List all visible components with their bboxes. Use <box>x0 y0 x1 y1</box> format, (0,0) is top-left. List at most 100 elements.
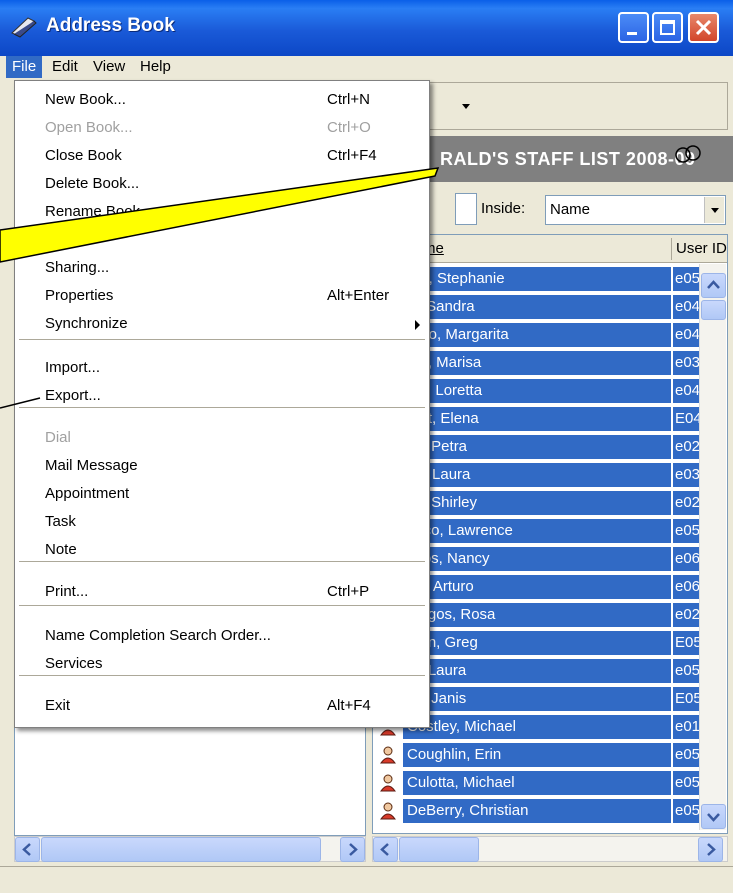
menu-item-label: Appointment <box>45 485 130 502</box>
menu-item-shortcut: Ctrl+F4 <box>327 147 377 164</box>
contact-row[interactable]: DeBerry, Christiane058 <box>373 797 699 825</box>
scroll-thumb[interactable] <box>41 837 321 862</box>
file-menu-item[interactable]: Rename Book... <box>15 198 429 226</box>
scroll-left-button[interactable] <box>15 837 40 862</box>
maximize-icon <box>660 20 675 35</box>
contact-row[interactable]: Culotta, Michaele054 <box>373 769 699 797</box>
chevron-down-icon[interactable] <box>704 197 724 223</box>
menu-item-shortcut: Alt+Enter <box>327 287 390 304</box>
file-menu-item[interactable]: Dial <box>15 424 429 452</box>
file-menu-item[interactable]: Open Book... Ctrl+O <box>15 114 429 142</box>
contact-icon <box>380 746 396 764</box>
menu-item-label: Open Book... <box>45 119 133 136</box>
menu-item-label: Export... <box>45 387 101 404</box>
file-menu-item[interactable]: Delete Book... <box>15 170 429 198</box>
column-divider[interactable] <box>671 238 672 260</box>
menu-item-label: Import... <box>45 359 101 376</box>
menu-separator <box>19 339 425 341</box>
contact-name: anco, Lawrence <box>403 519 671 543</box>
contact-user-id: e044 <box>673 379 699 403</box>
contact-name: rez, Marisa <box>403 351 671 375</box>
inside-label: Inside: <box>481 200 526 217</box>
right-horizontal-scrollbar[interactable] <box>372 836 728 862</box>
contact-row[interactable]: Coughlin, Erine057 <box>373 741 699 769</box>
file-menu-item[interactable]: Close Book Ctrl+F4 <box>15 142 429 170</box>
scroll-up-button[interactable] <box>701 273 726 298</box>
menu-item-label: ...ok... <box>45 231 86 248</box>
book-title: RALD'S STAFF LIST 2008-09 <box>440 149 696 169</box>
file-menu-item[interactable]: Note <box>15 536 429 564</box>
contact-icon <box>380 802 396 820</box>
chevron-right-icon <box>349 843 358 856</box>
scroll-thumb[interactable] <box>701 300 726 320</box>
menu-item-label: Sharing... <box>45 259 110 276</box>
address-book-window: Address Book File Edit View Help RALD'S … <box>0 0 733 893</box>
minimize-button[interactable] <box>618 12 649 43</box>
contact-name: Coughlin, Erin <box>403 743 671 767</box>
menu-bar: File Edit View Help <box>0 56 733 78</box>
file-menu-item[interactable]: Print... Ctrl+P <box>15 578 429 606</box>
vertical-scrollbar[interactable] <box>699 264 726 830</box>
contact-name: aie, Loretta <box>403 379 671 403</box>
file-menu-item[interactable]: Name Completion Search Order... <box>15 622 429 650</box>
menu-view[interactable]: View <box>87 56 131 78</box>
scroll-left-button[interactable] <box>373 837 398 862</box>
scroll-right-button[interactable] <box>340 837 365 862</box>
contact-name: ce, Petra <box>403 435 671 459</box>
file-menu-item[interactable]: Mail Message <box>15 452 429 480</box>
chevron-up-icon <box>707 280 720 289</box>
file-menu-item[interactable]: New Book... Ctrl+N <box>15 86 429 114</box>
file-menu-item[interactable]: Synchronize <box>15 310 429 338</box>
scroll-right-button[interactable] <box>698 837 723 862</box>
file-menu-item[interactable]: Task <box>15 508 429 536</box>
title-bar[interactable]: Address Book <box>0 0 733 56</box>
file-menu-item[interactable]: Exit Alt+F4 <box>15 692 429 720</box>
chevron-down-icon <box>707 813 720 822</box>
search-input[interactable] <box>455 193 477 225</box>
maximize-button[interactable] <box>652 12 683 43</box>
menu-edit[interactable]: Edit <box>46 56 84 78</box>
menu-item-label: Dial <box>45 429 71 446</box>
chevron-left-icon <box>380 843 389 856</box>
minimize-icon <box>627 32 637 35</box>
menu-separator <box>19 407 425 409</box>
close-button[interactable] <box>688 12 719 43</box>
contact-user-id: e046 <box>673 323 699 347</box>
inside-select[interactable]: Name <box>545 195 726 225</box>
contact-name: er, Laura <box>403 659 671 683</box>
contact-name: ke, Janis <box>403 687 671 711</box>
file-menu-item[interactable]: Properties Alt+Enter <box>15 282 429 310</box>
contact-user-id: e040 <box>673 295 699 319</box>
chevron-right-icon <box>707 843 716 856</box>
contact-user-id: e054 <box>673 771 699 795</box>
menu-item-label: Close Book <box>45 147 122 164</box>
file-menu-item[interactable]: Sharing... <box>15 254 429 282</box>
file-menu-item[interactable]: ...ok... <box>15 226 429 254</box>
file-menu-item[interactable]: Export... <box>15 382 429 410</box>
contact-user-id: e029 <box>673 491 699 515</box>
contact-name: azos, Nancy <box>403 547 671 571</box>
file-menu-item[interactable]: Import... <box>15 354 429 382</box>
menu-file[interactable]: File <box>6 56 43 78</box>
menu-item-label: Note <box>45 541 77 558</box>
column-header-user-id[interactable]: User ID <box>676 240 727 257</box>
toolbar-dropdown-arrow-icon[interactable] <box>462 104 470 109</box>
menu-item-shortcut: Alt+F4 <box>327 697 371 714</box>
scroll-thumb[interactable] <box>399 837 479 862</box>
contact-user-id: e055 <box>673 519 699 543</box>
menu-item-label: Exit <box>45 697 71 714</box>
left-horizontal-scrollbar[interactable] <box>14 836 366 862</box>
file-menu-item[interactable]: Services <box>15 650 429 678</box>
contact-name: irre, Stephanie <box>403 267 671 291</box>
menu-item-label: New Book... <box>45 91 126 108</box>
menu-help[interactable]: Help <box>134 56 177 78</box>
menu-separator <box>19 675 425 677</box>
contact-name: Culotta, Michael <box>403 771 671 795</box>
status-bar <box>0 866 733 893</box>
contact-user-id: e057 <box>673 743 699 767</box>
menu-item-shortcut: Ctrl+P <box>327 583 370 600</box>
contact-user-id: e025 <box>673 603 699 627</box>
file-menu-item[interactable]: Appointment <box>15 480 429 508</box>
contact-user-id: e057 <box>673 267 699 291</box>
scroll-down-button[interactable] <box>701 804 726 829</box>
